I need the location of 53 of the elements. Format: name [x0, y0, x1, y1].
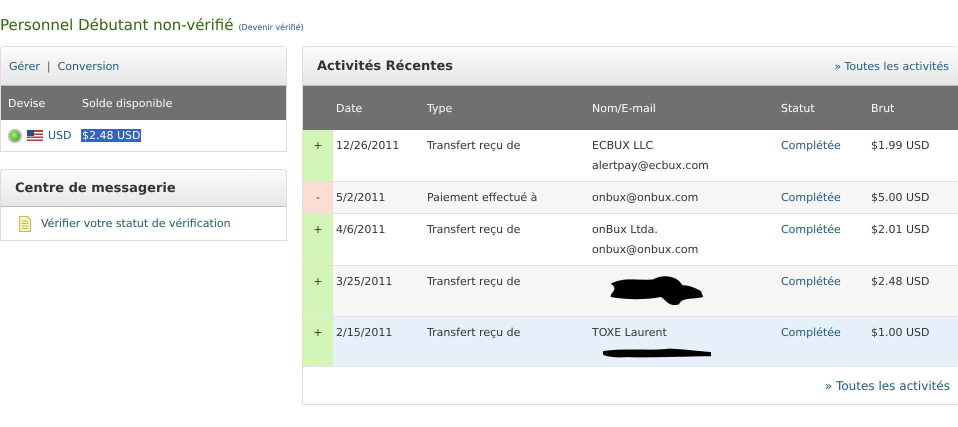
sign-cell: -: [303, 182, 333, 213]
table-cell-text: TOXE Laurent: [592, 326, 668, 340]
table-cell-text: $1.99 USD: [870, 138, 930, 154]
table-cell-text: onBux Ltda.: [592, 223, 659, 237]
panel-title: Centre de messagerie: [14, 180, 176, 196]
table-cell-text: 4/6/2011: [335, 222, 386, 238]
panel-title: Activités Récentes: [316, 58, 454, 74]
column-header: Brut: [870, 102, 896, 114]
table-cell-text: Transfert reçu de: [426, 222, 522, 238]
table-cell-text: 3/25/2011: [335, 274, 394, 290]
all-activities-link[interactable]: » Toutes les activités: [834, 60, 949, 72]
table-cell-text: Transfert reçu de: [426, 325, 522, 341]
sign-cell: +: [303, 317, 333, 366]
note-icon: [19, 216, 31, 232]
column-header: Devise: [7, 96, 46, 110]
status-link[interactable]: Complétée: [778, 182, 868, 213]
radio-button[interactable]: [8, 128, 22, 142]
account-title: Personnel Débutant non-vérifié: [0, 16, 234, 34]
table-cell-text: $5.00 USD: [870, 190, 930, 206]
table-cell-text: $2.48 USD: [870, 274, 930, 290]
table-cell-text: Transfert reçu de: [426, 138, 522, 154]
message-link[interactable]: Vérifier votre statut de vérification: [41, 217, 231, 230]
sign-cell: +: [303, 266, 333, 316]
table-cell-text: onbux@onbux.com: [592, 243, 700, 257]
status-link[interactable]: Complétée: [778, 130, 868, 181]
status-link[interactable]: Complétée: [778, 214, 868, 265]
panel-link[interactable]: Conversion: [58, 60, 120, 72]
table-cell-text: $2.01 USD: [870, 222, 930, 238]
balance-value: $2.48 USD: [81, 129, 140, 142]
table-cell-text: Transfert reçu de: [426, 274, 522, 290]
column-header: Statut: [780, 102, 816, 114]
link-separator: |: [46, 60, 51, 72]
table-cell-text: 2/15/2011: [335, 325, 394, 341]
all-activities-link[interactable]: » Toutes les activités: [824, 379, 950, 393]
flag-icon: [27, 130, 43, 141]
status-link[interactable]: Complétée: [778, 317, 868, 366]
column-header: Solde disponible: [81, 96, 172, 110]
status-link[interactable]: Complétée: [778, 266, 868, 316]
table-cell-text: 12/26/2011: [335, 138, 400, 154]
table-cell-text: onbux@onbux.com: [592, 191, 700, 205]
table-cell-text: ECBUX LLC: [592, 139, 654, 153]
sign-cell: +: [303, 214, 333, 265]
become-verified-link[interactable]: (Devenir vérifié): [238, 18, 304, 32]
currency-link[interactable]: USD: [48, 129, 72, 142]
column-header: Date: [335, 102, 364, 114]
table-cell-text: $1.00 USD: [870, 325, 930, 341]
sign-cell: +: [303, 130, 333, 181]
table-cell-text: 5/2/2011: [335, 190, 386, 206]
table-cell-text: Paiement effectué à: [426, 190, 538, 206]
column-header: Type: [426, 102, 454, 114]
column-header: Nom/E-mail: [591, 102, 657, 114]
table-cell-text: alertpay@ecbux.com: [592, 159, 710, 173]
panel-link[interactable]: Gérer: [9, 60, 40, 72]
